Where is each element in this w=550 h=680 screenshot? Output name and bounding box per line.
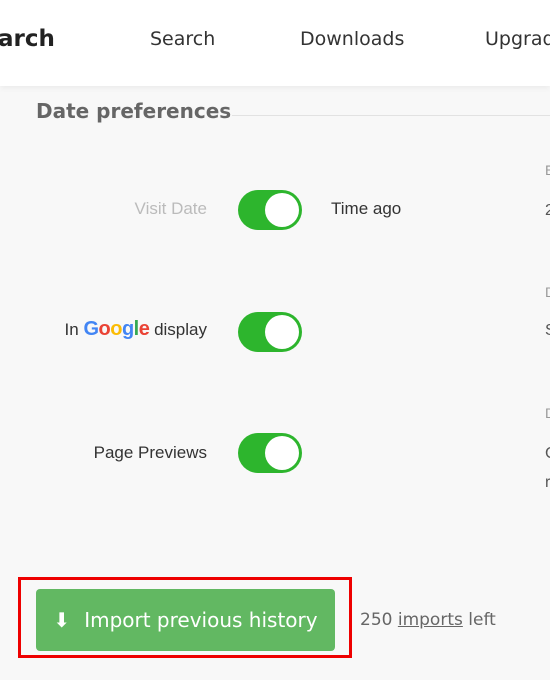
nav-downloads[interactable]: Downloads bbox=[300, 28, 404, 50]
imports-count: 250 bbox=[360, 610, 393, 630]
visit-date-label: Visit Date bbox=[134, 199, 207, 218]
google-logo: Google bbox=[83, 318, 150, 340]
visit-date-toggle[interactable] bbox=[238, 190, 302, 230]
label-suffix: display bbox=[154, 320, 207, 339]
imports-left: 250 imports left bbox=[360, 610, 496, 630]
top-header: arch Search Downloads Upgrade bbox=[0, 0, 550, 86]
google-display-label: In Google display bbox=[65, 318, 207, 341]
google-display-toggle[interactable] bbox=[238, 312, 302, 352]
section-divider bbox=[232, 115, 550, 116]
right-fragment: D bbox=[545, 405, 550, 421]
page-previews-label: Page Previews bbox=[93, 443, 207, 462]
nav-upgrade[interactable]: Upgrade bbox=[485, 28, 550, 50]
brand-logo[interactable]: arch bbox=[0, 26, 55, 52]
import-history-button[interactable]: ⬇ Import previous history bbox=[36, 589, 335, 651]
section-title: Date preferences bbox=[36, 99, 232, 123]
right-fragment: E bbox=[545, 162, 550, 178]
import-button-label: Import previous history bbox=[84, 608, 318, 632]
imports-suffix: left bbox=[468, 610, 496, 630]
page-previews-toggle[interactable] bbox=[238, 433, 302, 473]
imports-link[interactable]: imports bbox=[398, 610, 463, 630]
right-fragment: C bbox=[545, 445, 550, 463]
right-fragment: D bbox=[545, 284, 550, 300]
label-prefix: In bbox=[64, 320, 79, 339]
right-fragment: S bbox=[545, 322, 550, 340]
visit-date-value: Time ago bbox=[331, 199, 402, 218]
arrow-down-icon: ⬇ bbox=[53, 608, 71, 632]
nav-search[interactable]: Search bbox=[150, 28, 215, 50]
right-fragment: 2 bbox=[545, 202, 550, 219]
right-fragment: r bbox=[545, 474, 550, 491]
